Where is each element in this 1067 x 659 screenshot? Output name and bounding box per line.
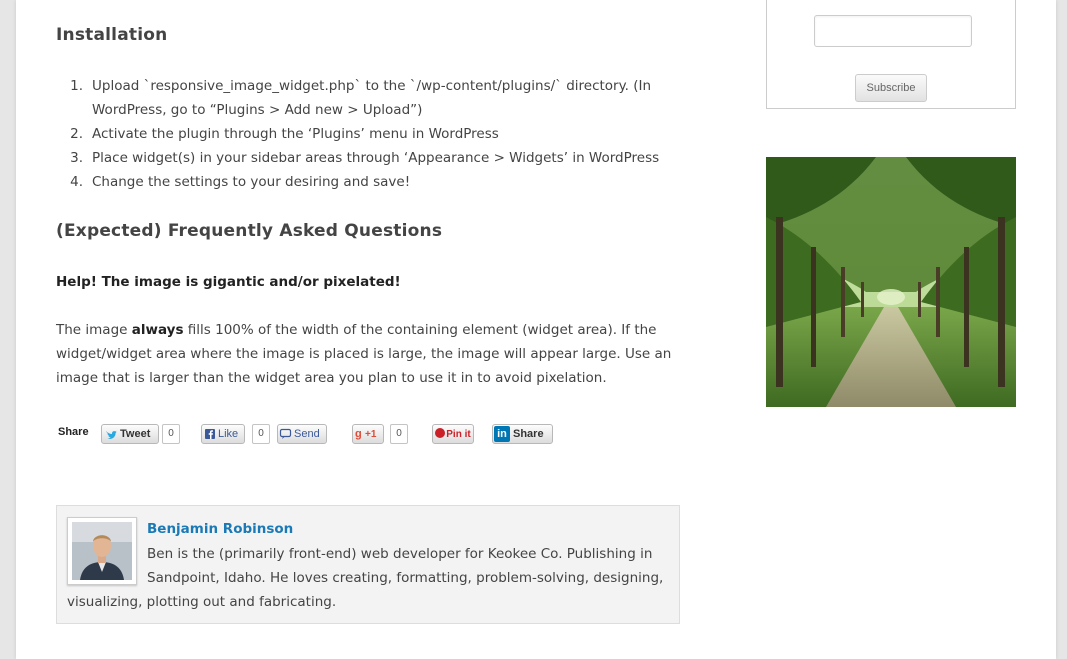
installation-step: 3. Place widget(s) in your sidebar areas… <box>56 146 680 170</box>
pinterest-icon <box>435 428 446 438</box>
facebook-send-button[interactable]: Send <box>277 424 327 444</box>
google-plus-count: 0 <box>390 424 408 444</box>
faq-answer-text: widget/widget area where the image is pl… <box>56 346 672 362</box>
step-number: 1. <box>70 78 83 94</box>
author-name[interactable]: Benjamin Robinson <box>147 518 293 540</box>
send-icon <box>279 428 292 439</box>
tweet-label: Tweet <box>120 428 151 440</box>
forest-path-drawing <box>766 157 1016 407</box>
faq-answer-text: fills 100% of the width of the containin… <box>183 322 657 338</box>
step-text-continued: WordPress, go to “Plugins > Add new > Up… <box>92 102 423 118</box>
like-count: 0 <box>252 424 270 444</box>
faq-question: Help! The image is gigantic and/or pixel… <box>56 274 401 290</box>
author-bio-text: visualizing, plotting out and fabricatin… <box>67 594 337 610</box>
google-plus-label: +1 <box>365 429 377 440</box>
faq-heading: (Expected) Frequently Asked Questions <box>56 221 443 241</box>
step-number: 2. <box>70 126 83 142</box>
step-text: Upload `responsive_image_widget.php` to … <box>92 78 652 94</box>
subscribe-widget: Subscribe <box>766 0 1016 109</box>
pinterest-button[interactable]: Pin it <box>432 424 474 444</box>
linkedin-share-button[interactable]: in Share <box>492 424 553 444</box>
page: Installation 1. Upload `responsive_image… <box>16 0 1056 659</box>
step-text: Place widget(s) in your sidebar areas th… <box>92 150 660 166</box>
faq-answer-text: image that is larger than the widget are… <box>56 370 607 386</box>
google-plus-icon: g <box>355 428 362 440</box>
installation-heading: Installation <box>56 25 168 45</box>
like-label: Like <box>218 428 239 440</box>
twitter-icon <box>106 430 117 439</box>
linkedin-label: Share <box>513 428 544 440</box>
author-bio-text: Sandpoint, Idaho. He loves creating, for… <box>147 570 664 586</box>
tweet-button[interactable]: Tweet <box>101 424 159 444</box>
pinterest-label: Pin it <box>446 429 471 440</box>
faq-answer: The image always fills 100% of the width… <box>56 318 676 390</box>
facebook-icon <box>205 429 215 439</box>
email-field[interactable] <box>814 15 972 47</box>
step-number: 4. <box>70 174 83 190</box>
faq-answer-text: The image <box>56 322 132 338</box>
facebook-like-button[interactable]: Like <box>201 424 245 444</box>
subscribe-button[interactable]: Subscribe <box>855 74 927 102</box>
author-bio-text: Ben is the (primarily front-end) web dev… <box>147 546 653 562</box>
installation-step: 4. Change the settings to your desiring … <box>56 170 680 194</box>
step-text: Activate the plugin through the ‘Plugins… <box>92 126 499 142</box>
google-plus-button[interactable]: g +1 <box>352 424 384 444</box>
tweet-count: 0 <box>162 424 180 444</box>
step-number: 3. <box>70 150 83 166</box>
share-label: Share <box>58 426 89 438</box>
linkedin-icon: in <box>494 426 510 442</box>
share-bar: Share Tweet 0 Like 0 Send g+1 0 Pin it <box>56 424 616 444</box>
author-bio: Ben is the (primarily front-end) web dev… <box>67 542 667 614</box>
faq-answer-emphasis: always <box>131 322 184 338</box>
installation-steps: 1. Upload `responsive_image_widget.php` … <box>56 74 680 194</box>
forest-path-image <box>766 157 1016 407</box>
author-box: Benjamin Robinson Ben is the (primarily … <box>56 505 680 624</box>
send-label: Send <box>294 428 320 440</box>
step-text: Change the settings to your desiring and… <box>92 174 411 190</box>
installation-step: 2. Activate the plugin through the ‘Plug… <box>56 122 680 146</box>
installation-step: 1. Upload `responsive_image_widget.php` … <box>56 74 680 122</box>
